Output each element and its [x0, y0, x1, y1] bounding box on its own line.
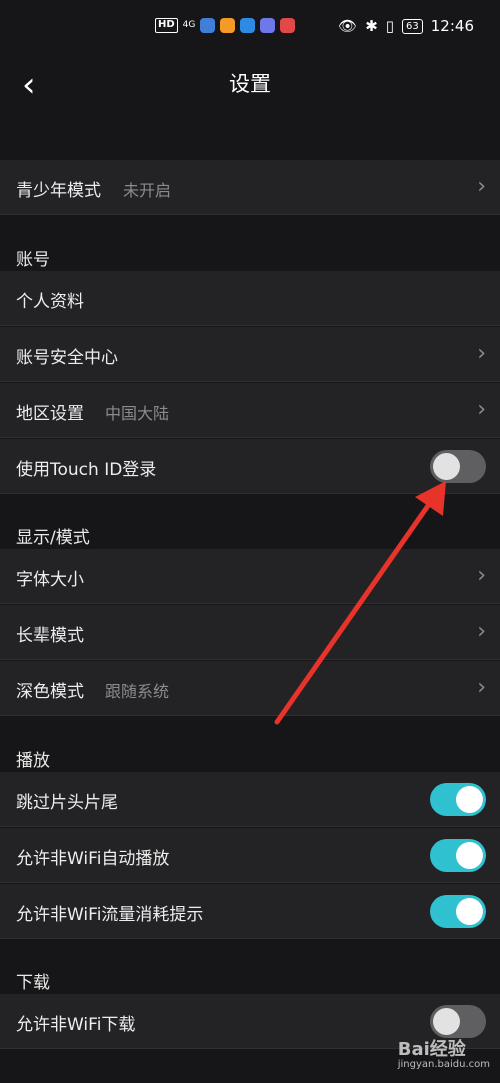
app-notification-icon	[280, 18, 296, 33]
settings-row-teen-mode[interactable]: 青少年模式 未开启 ›	[0, 160, 500, 215]
row-value: 跟随系统	[105, 682, 170, 701]
hd-icon: HD	[155, 18, 178, 33]
settings-row-data-tip: 允许非WiFi流量消耗提示	[0, 884, 500, 939]
touch-id-toggle[interactable]	[430, 450, 486, 483]
baidu-watermark: Bai经验 jingyan.baidu.com	[398, 1035, 490, 1070]
network-signal-icon: 4G	[182, 20, 196, 30]
settings-row-account-security[interactable]: 账号安全中心 ›	[0, 327, 500, 382]
status-time: 12:46	[430, 17, 474, 35]
status-left-icons: HD 4G	[155, 18, 296, 33]
page-title: 设置	[229, 72, 271, 96]
status-right: 👁 ✱ ▯ 63 12:46	[338, 17, 474, 35]
settings-row-dark-mode[interactable]: 深色模式 跟随系统 ›	[0, 661, 500, 716]
toggle-knob	[433, 453, 460, 480]
row-label: 允许非WiFi下载	[16, 1015, 136, 1035]
chevron-right-icon: ›	[477, 675, 486, 700]
toggle-knob	[433, 1008, 460, 1035]
row-value: 中国大陆	[105, 404, 170, 423]
status-bar: HD 4G 👁 ✱ ▯ 63 12:46	[0, 0, 500, 58]
row-label: 允许非WiFi流量消耗提示	[16, 905, 204, 925]
toggle-knob	[456, 786, 483, 813]
settings-row-elder-mode[interactable]: 长辈模式 ›	[0, 605, 500, 660]
row-value: 未开启	[123, 181, 172, 200]
app-notification-icon	[220, 18, 236, 33]
settings-row-font-size[interactable]: 字体大小 ›	[0, 549, 500, 604]
settings-row-autoplay: 允许非WiFi自动播放	[0, 828, 500, 883]
chevron-right-icon: ›	[477, 619, 486, 644]
row-label: 个人资料	[16, 292, 84, 312]
bluetooth-icon: ✱	[365, 17, 378, 35]
data-tip-toggle[interactable]	[430, 895, 486, 928]
toggle-knob	[456, 842, 483, 869]
row-label: 青少年模式	[16, 181, 101, 201]
section-header-account: 账号	[16, 250, 50, 270]
row-label: 账号安全中心	[16, 348, 118, 368]
row-label: 字体大小	[16, 570, 84, 590]
toggle-knob	[456, 898, 483, 925]
settings-row-skip-intro: 跳过片头片尾	[0, 772, 500, 827]
row-label: 使用Touch ID登录	[16, 460, 157, 480]
download-toggle[interactable]	[430, 1005, 486, 1038]
watermark-brand: Bai经验	[397, 1039, 466, 1060]
eye-icon: 👁	[338, 17, 358, 35]
section-header-display: 显示/模式	[16, 528, 90, 548]
app-notification-icon	[240, 18, 256, 33]
chevron-right-icon: ›	[477, 174, 486, 199]
chevron-right-icon: ›	[477, 341, 486, 366]
settings-row-profile[interactable]: 个人资料	[0, 271, 500, 326]
chevron-right-icon: ›	[477, 563, 486, 588]
vibrate-icon: ▯	[385, 17, 395, 35]
app-notification-icon	[200, 18, 216, 33]
section-header-download: 下载	[16, 973, 50, 993]
row-label: 地区设置	[16, 404, 84, 424]
skip-intro-toggle[interactable]	[430, 783, 486, 816]
row-label: 深色模式	[16, 682, 84, 702]
top-navigation-bar: ‹ 设置	[0, 58, 500, 120]
chevron-right-icon: ›	[477, 397, 486, 422]
app-notification-icon	[260, 18, 276, 33]
watermark-url: jingyan.baidu.com	[397, 1059, 490, 1070]
settings-row-region[interactable]: 地区设置 中国大陆 ›	[0, 383, 500, 438]
section-header-playback: 播放	[16, 751, 50, 771]
autoplay-toggle[interactable]	[430, 839, 486, 872]
row-label: 长辈模式	[16, 626, 84, 646]
row-label: 允许非WiFi自动播放	[16, 849, 170, 869]
battery-icon: 63	[402, 18, 423, 34]
settings-row-touch-id: 使用Touch ID登录	[0, 439, 500, 494]
row-label: 跳过片头片尾	[16, 793, 118, 813]
